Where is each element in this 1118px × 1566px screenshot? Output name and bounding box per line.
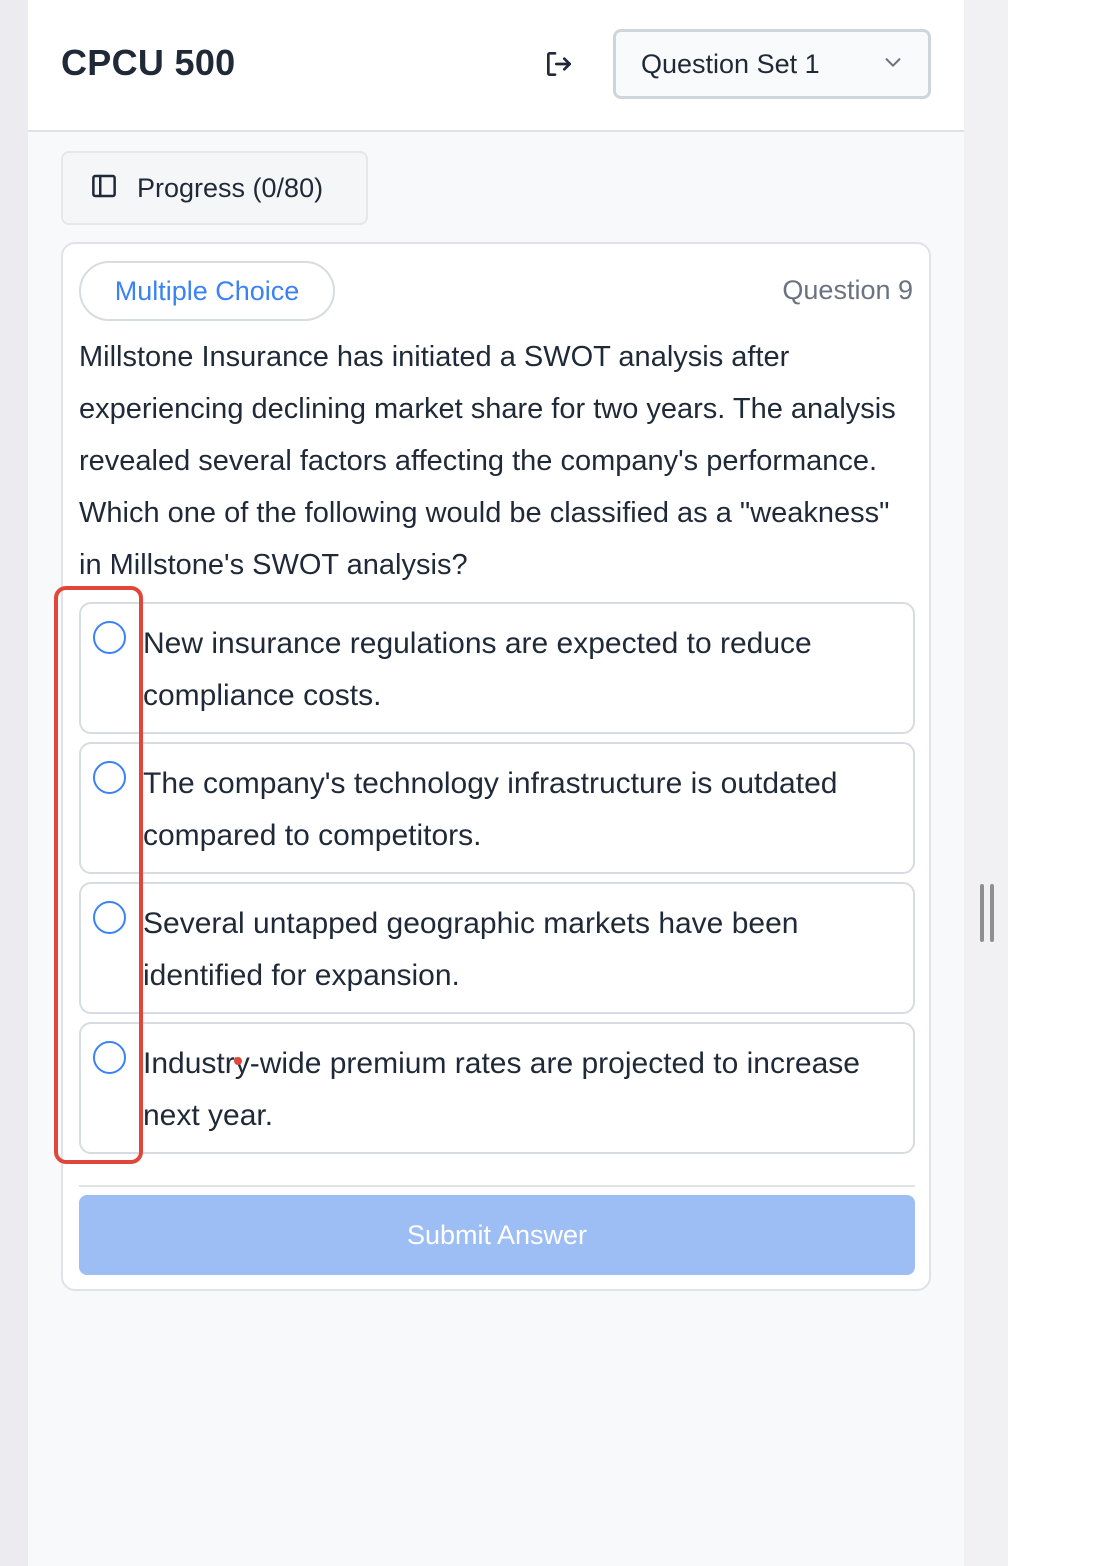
- question-card: Multiple Choice Question 9 Millstone Ins…: [61, 242, 931, 1291]
- answer-option-c[interactable]: Several untapped geographic markets have…: [79, 882, 915, 1014]
- resize-grip-bar: [980, 884, 984, 942]
- logout-icon[interactable]: [541, 46, 577, 82]
- question-set-select[interactable]: Question Set 1: [613, 29, 931, 99]
- submit-answer-button[interactable]: Submit Answer: [79, 1195, 915, 1275]
- sidebar-panel-icon: [89, 171, 119, 206]
- cursor-marker: [234, 1057, 242, 1065]
- question-text: Millstone Insurance has initiated a SWOT…: [79, 341, 896, 581]
- answer-option-text: Several untapped geographic markets have…: [143, 907, 799, 992]
- pane-resize-handle[interactable]: [980, 884, 994, 942]
- radio-button[interactable]: [93, 901, 126, 934]
- progress-label: Progress (0/80): [137, 172, 324, 203]
- divider: [79, 1185, 915, 1187]
- left-gutter: [0, 0, 28, 1566]
- question-set-value: Question Set 1: [641, 48, 820, 79]
- radio-button[interactable]: [93, 621, 126, 654]
- answer-option-text: Industry-wide premium rates are projecte…: [143, 1047, 860, 1132]
- app-header: CPCU 500 Question Set 1: [28, 0, 964, 132]
- answer-option-a[interactable]: New insurance regulations are expected t…: [79, 602, 915, 734]
- quiz-app: CPCU 500 Question Set 1 Progress (0/80) …: [28, 0, 964, 1566]
- question-type-badge: Multiple Choice: [79, 261, 335, 321]
- answer-option-text: New insurance regulations are expected t…: [143, 627, 812, 712]
- resize-grip-bar: [990, 884, 994, 942]
- radio-button[interactable]: [93, 1041, 126, 1074]
- answer-option-d[interactable]: Industry-wide premium rates are projecte…: [79, 1022, 915, 1154]
- question-number: Question 9: [782, 275, 913, 305]
- chevron-down-icon: [882, 51, 904, 78]
- radio-button[interactable]: [93, 761, 126, 794]
- right-pane: [1008, 0, 1118, 1566]
- progress-toggle-button[interactable]: Progress (0/80): [61, 151, 368, 225]
- answer-option-b[interactable]: The company's technology infrastructure …: [79, 742, 915, 874]
- app-title: CPCU 500: [61, 42, 236, 83]
- answer-option-text: The company's technology infrastructure …: [143, 767, 838, 852]
